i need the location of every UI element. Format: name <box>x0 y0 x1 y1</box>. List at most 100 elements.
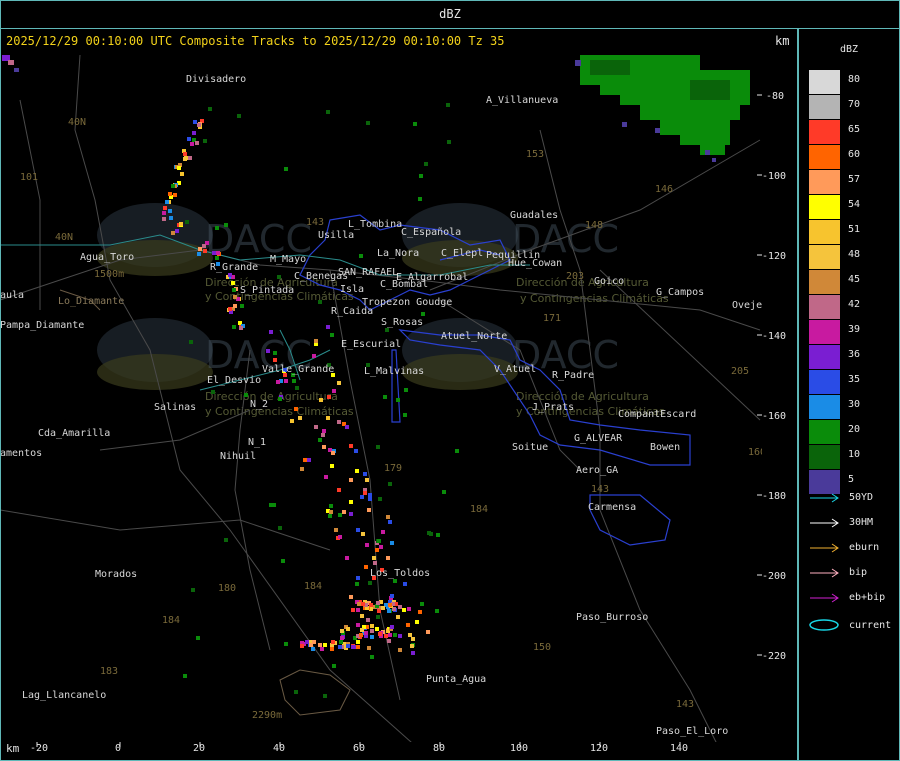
place-label: Agua_Toro <box>80 252 134 263</box>
title-bar: dBZ <box>0 0 900 29</box>
place-label: Nihuil <box>220 451 256 462</box>
elevation-label: 1500m <box>94 269 124 280</box>
place-label: Pampa_Diamante <box>0 320 84 331</box>
place-label: E_Escurial <box>341 339 401 350</box>
place-label: Atuel_Norte <box>441 331 507 342</box>
place-label: R_Padre <box>552 370 594 381</box>
route-label: 184 <box>470 504 488 515</box>
legend-swatch <box>809 145 840 169</box>
place-label: C_Bombal <box>380 279 428 290</box>
track-arrow-icon <box>810 593 839 603</box>
place-label: Bowen <box>650 442 680 453</box>
map-title: 2025/12/29 00:10:00 UTC Composite Tracks… <box>6 34 505 48</box>
legend-swatch <box>809 370 840 394</box>
track-legend-label: current <box>849 620 892 631</box>
x-tick-label: -20 <box>30 743 48 754</box>
place-label: CompantEscard <box>618 409 696 420</box>
place-label: Hue_Cowan <box>508 258 562 269</box>
route-label: 160 <box>748 447 766 458</box>
x-tick-label: 120 <box>590 743 608 754</box>
track-legend-label: 50YD <box>849 492 874 503</box>
legend-swatch-label: 51 <box>848 224 861 235</box>
legend-swatch-label: 42 <box>848 299 861 310</box>
axis-y: -80 -100 -120 -140 -160 -180 -200 -220 <box>762 91 786 662</box>
place-label: Ovejer <box>732 300 768 311</box>
route-label: 148 <box>585 220 603 231</box>
x-tick-label: 80 <box>433 743 445 754</box>
legend-swatch-label: 65 <box>848 124 861 135</box>
route-label: 146 <box>655 184 673 195</box>
place-label: Cda_Amarilla <box>38 428 110 439</box>
route-label: 171 <box>543 313 561 324</box>
place-label: G_ALVEAR <box>574 433 623 444</box>
route-label: 183 <box>100 666 118 677</box>
place-label: Goico <box>594 276 624 287</box>
y-tick-label: -180 <box>762 491 786 502</box>
route-label: 40N <box>68 117 86 128</box>
place-label: L_Tombina <box>348 219 402 230</box>
route-label: 180 <box>218 583 236 594</box>
x-tick-label: 140 <box>670 743 688 754</box>
legend-swatch-label: 30 <box>848 399 861 410</box>
legend-swatch <box>809 420 840 444</box>
place-label: Divisadero <box>186 74 246 85</box>
route-label: 150 <box>533 642 551 653</box>
place-label: amentos <box>0 448 42 459</box>
legend-swatch-label: 54 <box>848 199 861 210</box>
place-label: Morados <box>95 569 137 580</box>
route-label: 184 <box>304 581 322 592</box>
legend-swatch-label: 5 <box>848 474 855 485</box>
place-label: SAN_RAFAEL <box>338 267 398 278</box>
place-label: G_Campos <box>656 287 704 298</box>
legend-swatch-label: 57 <box>848 174 861 185</box>
place-label: Soitue <box>512 442 548 453</box>
place-label: Aero_GA <box>576 465 618 476</box>
x-tick-label: 20 <box>193 743 205 754</box>
route-label: 203 <box>566 271 584 282</box>
place-label: Los_Toldos <box>370 568 430 579</box>
legend-swatch-label: 48 <box>848 249 861 260</box>
route-label: 153 <box>526 149 544 160</box>
legend-swatch <box>809 345 840 369</box>
place-label: El_Desvio <box>207 375 261 386</box>
track-arrow-icon <box>810 518 839 528</box>
route-label: 205 <box>731 366 749 377</box>
radar-map[interactable]: DACC Dirección de Agricultura y Continge… <box>0 50 797 759</box>
legend-swatch <box>809 195 840 219</box>
track-arrow-icon <box>810 543 839 553</box>
place-label: Usilla <box>318 230 354 241</box>
route-label: 101 <box>20 172 38 183</box>
route-label: 179 <box>384 463 402 474</box>
place-label: S_Rosas <box>381 317 423 328</box>
legend-swatch-label: 60 <box>848 149 861 160</box>
y-tick-label: -200 <box>762 571 786 582</box>
place-label: Punta_Agua <box>426 674 486 685</box>
legend-swatch <box>809 270 840 294</box>
legend-swatch-label: 36 <box>848 349 861 360</box>
route-label: 143 <box>306 217 324 228</box>
y-tick-label: -80 <box>766 91 784 102</box>
place-label: Guadales <box>510 210 558 221</box>
y-tick-label: -100 <box>762 171 786 182</box>
axis-x: -20 0 20 40 60 80 100 120 140 <box>30 743 688 754</box>
legend-swatch <box>809 470 840 494</box>
place-label: Valle_Grande <box>262 364 334 375</box>
place-label: Isla <box>340 284 364 295</box>
track-legend-label: eb+bip <box>849 592 886 603</box>
place-label: S_Pintada <box>240 285 294 296</box>
y-tick-label: -220 <box>762 651 786 662</box>
place-label: Lag_Llancanelo <box>22 690 106 701</box>
legend-swatch-label: 35 <box>848 374 861 385</box>
route-label: 143 <box>591 484 609 495</box>
place-label: Tropezon Goudge <box>362 297 452 308</box>
track-arrow-icon <box>810 493 839 503</box>
x-tick-label: 40 <box>273 743 285 754</box>
legend-swatch-label: 45 <box>848 274 861 285</box>
current-ellipse-icon <box>809 619 839 631</box>
place-label: La_Nora <box>377 248 419 259</box>
legend-swatch <box>809 220 840 244</box>
place-label: R_Grande <box>210 262 258 273</box>
legend-swatch-label: 70 <box>848 99 861 110</box>
legend-swatch <box>809 120 840 144</box>
window-title: dBZ <box>439 7 461 21</box>
